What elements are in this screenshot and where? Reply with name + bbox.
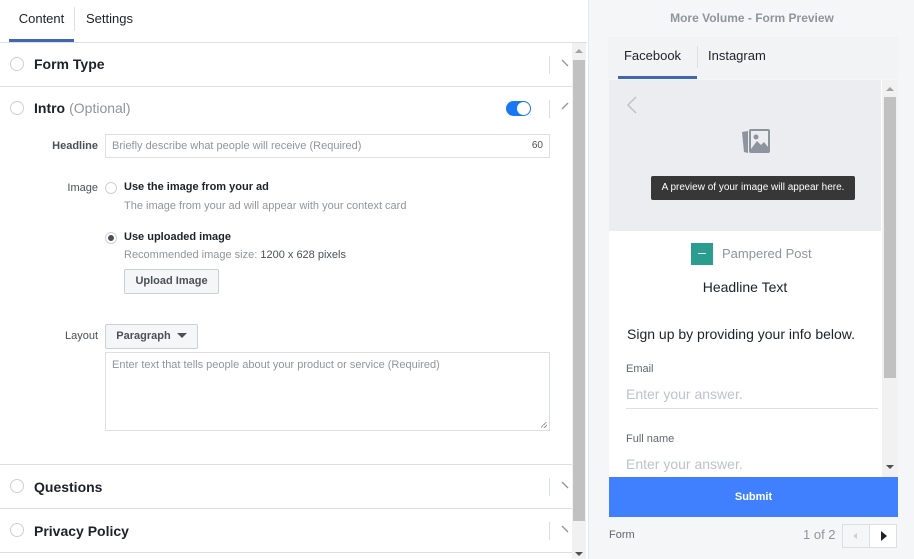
editor-scrollbar[interactable] [572,43,586,559]
section-intro-header[interactable]: Intro (Optional) [0,87,572,131]
chevron-down-icon[interactable] [560,58,572,70]
editor-tabs: Content Settings [0,0,587,43]
section-title: Privacy Policy [34,523,129,539]
intro-enabled-toggle[interactable] [506,101,531,116]
tab-divider [697,46,698,68]
form-editor-panel: Content Settings Form Type Intro (Optiona… [0,0,587,559]
status-circle-icon [10,101,24,115]
uploaded-image-radio[interactable] [105,232,117,244]
full-name-field[interactable]: Enter your answer. [626,456,878,476]
headline-label: Headline [52,140,98,152]
tab-facebook[interactable]: Facebook [608,37,697,79]
headline-char-count: 60 [531,140,543,151]
caret-left-icon [853,533,857,539]
upload-image-button[interactable]: Upload Image [124,269,219,294]
page-logo [691,243,713,265]
image-label: Image [67,182,98,194]
page-name: Pampered Post [722,246,812,261]
section-form-type-header[interactable]: Form Type [0,43,572,87]
page-info: Pampered Post [609,243,881,265]
layout-dropdown[interactable]: Paragraph [105,324,198,349]
status-circle-icon [10,523,24,537]
caret-down-icon [176,333,187,338]
recommended-size-value: 1200 x 628 pixels [260,249,346,261]
preview-headline: Headline Text [702,279,788,295]
section-form-type: Form Type [0,43,572,87]
previous-page-button[interactable] [842,524,870,548]
image-preview-tooltip: A preview of your image will appear here… [651,176,855,200]
photo-icon [742,129,770,153]
back-chevron-icon[interactable] [625,96,639,114]
section-privacy-policy: Privacy Policy [0,509,572,553]
resize-handle-icon[interactable] [541,422,547,428]
scroll-down-arrow-icon[interactable] [575,552,583,556]
status-circle-icon [10,57,24,71]
headline-input[interactable]: Briefly describe what people will receiv… [105,134,550,158]
optional-label: (Optional) [69,100,131,116]
next-page-button[interactable] [869,524,897,548]
intro-text-placeholder: Enter text that tells people about your … [112,359,440,371]
scroll-up-arrow-icon[interactable] [575,49,583,53]
section-intro: Intro (Optional) Headline Briefly describ… [0,87,572,465]
chevron-up-icon[interactable] [560,100,572,112]
status-circle-icon [10,479,24,493]
scrollbar-thumb[interactable] [884,97,896,378]
image-preview-area: A preview of your image will appear here… [609,80,881,231]
phone-preview: A preview of your image will appear here… [609,80,898,477]
email-field[interactable]: Enter your answer. [626,386,878,409]
divider [549,522,550,540]
scrollbar-thumb[interactable] [573,60,585,521]
section-questions: Questions [0,465,572,509]
intro-text-area[interactable]: Enter text that tells people about your … [105,352,550,431]
divider [549,478,550,496]
editor-scroll-area: Form Type Intro (Optional) Headline Brief… [0,43,572,559]
caret-right-icon [881,531,887,541]
chevron-down-icon[interactable] [560,524,572,536]
form-preview-panel: More Volume - Form Preview Facebook Inst… [588,0,914,559]
layout-label: Layout [64,330,98,342]
uploaded-image-desc: Recommended image size: 1200 x 628 pixel… [124,249,346,261]
section-title-text: Intro [34,100,66,116]
section-title: Form Type [34,56,105,72]
tab-instagram[interactable]: Instagram [708,37,766,79]
tab-settings[interactable]: Settings [86,0,133,42]
headline-placeholder: Briefly describe what people will receiv… [112,140,362,152]
divider [549,100,550,118]
image-from-ad-title: Use the image from your ad [124,181,269,193]
submit-button[interactable]: Submit [609,477,898,517]
tab-content[interactable]: Content [9,0,74,42]
full-name-field-label: Full name [626,433,675,445]
section-title: Intro (Optional) [34,100,131,116]
image-from-ad-desc: The image from your ad will appear with … [124,200,407,212]
section-questions-header[interactable]: Questions [0,465,572,509]
scroll-up-arrow-icon[interactable] [886,87,894,91]
page-indicator: 1 of 2 [803,527,836,542]
section-privacy-header[interactable]: Privacy Policy [0,509,572,553]
layout-selected: Paragraph [116,330,171,342]
image-from-ad-radio[interactable] [105,182,117,194]
scroll-down-arrow-icon[interactable] [886,465,894,469]
section-title: Questions [34,479,103,495]
preview-title: More Volume - Form Preview [670,11,834,25]
divider [549,56,550,74]
email-field-label: Email [626,363,654,375]
footer-label: Form [609,529,635,541]
recommended-size-label: Recommended image size: [124,249,258,261]
uploaded-image-title: Use uploaded image [124,231,231,243]
preview-scrollbar[interactable] [882,80,898,477]
preview-intro-text: Sign up by providing your info below. [627,326,856,342]
chevron-down-icon[interactable] [560,480,572,492]
tab-divider [74,7,75,31]
preview-tabs: Facebook Instagram [608,37,898,79]
